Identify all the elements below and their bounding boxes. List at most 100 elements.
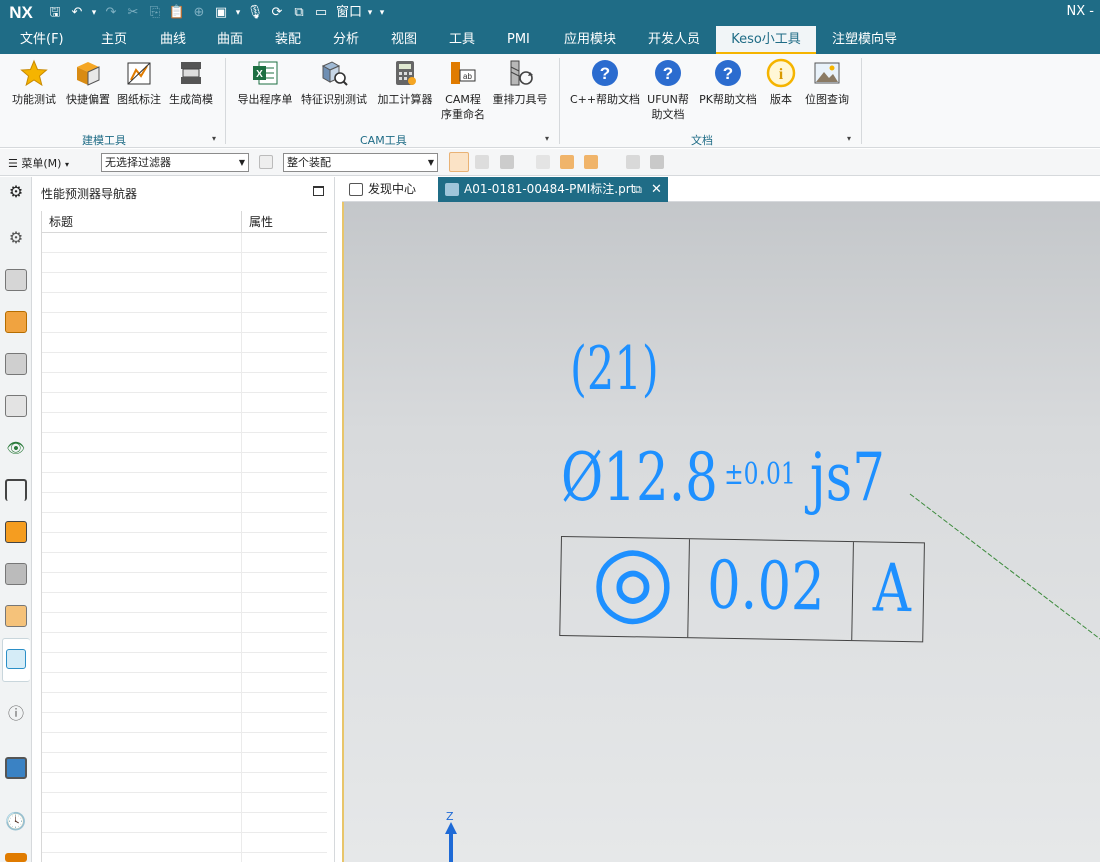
select-feature-icon[interactable] [449, 152, 469, 172]
cam-navigator-icon[interactable] [5, 563, 27, 585]
command-finder-icon[interactable]: ⟳ [268, 4, 286, 22]
select-component-icon[interactable] [475, 155, 489, 169]
tab-keso-tools[interactable]: Keso小工具 [716, 26, 816, 54]
assembly-navigator-icon[interactable] [5, 311, 27, 333]
customize-dropdown-icon[interactable]: ▾ [378, 4, 386, 22]
paste-icon[interactable]: 📋 [168, 4, 186, 22]
cam-program-rename-button[interactable]: ab CAM程 序重命名 [440, 58, 486, 122]
maximize-icon[interactable] [313, 186, 324, 196]
feature-control-frame[interactable]: ◎ 0.02 A [559, 523, 925, 643]
table-row[interactable] [42, 513, 327, 533]
settings-icon[interactable]: ⚙ [5, 181, 27, 203]
window-icon[interactable]: ▭ [312, 4, 330, 22]
table-row[interactable] [42, 393, 327, 413]
tab-analysis[interactable]: 分析 [329, 25, 363, 54]
paste-special-icon[interactable]: ⊕ [190, 4, 208, 22]
table-row[interactable] [42, 613, 327, 633]
quick-offset-button[interactable]: 快捷偏置 [62, 58, 114, 107]
undo-icon[interactable]: ↶ [68, 4, 86, 22]
table-row[interactable] [42, 473, 327, 493]
version-button[interactable]: i 版本 [764, 58, 798, 107]
column-header-title[interactable]: 标题 [42, 211, 242, 232]
save-icon[interactable]: 🖫 [46, 4, 64, 22]
feature-recognition-test-button[interactable]: 特征识别测试 [298, 58, 370, 107]
cpp-help-doc-button[interactable]: ? C++帮助文档 [569, 58, 641, 107]
pmi-count-label[interactable]: (21) [570, 334, 659, 404]
table-row[interactable] [42, 493, 327, 513]
generate-simple-model-button[interactable]: 生成简模 [166, 58, 216, 107]
performance-predictor-icon[interactable] [2, 638, 30, 682]
switch-window-icon[interactable]: ⧉ [290, 4, 308, 22]
table-row[interactable] [42, 273, 327, 293]
table-row[interactable] [42, 453, 327, 473]
machining-calculator-button[interactable]: 加工计算器 [374, 58, 436, 107]
filter-reset-icon[interactable] [259, 155, 273, 169]
table-row[interactable] [42, 713, 327, 733]
table-row[interactable] [42, 673, 327, 693]
tab-home[interactable]: 主页 [97, 25, 131, 54]
menu-button[interactable]: ☰ 菜单(M) ▾ [8, 155, 69, 171]
drawing-annotation-button[interactable]: 图纸标注 [114, 58, 164, 107]
cut-icon[interactable]: ✂ [124, 4, 142, 22]
table-row[interactable] [42, 353, 327, 373]
tab-assemblies[interactable]: 装配 [271, 25, 305, 54]
table-row[interactable] [42, 753, 327, 773]
table-row[interactable] [42, 573, 327, 593]
web-browser-icon[interactable] [5, 757, 27, 779]
table-row[interactable] [42, 813, 327, 833]
pk-help-doc-button[interactable]: ? PK帮助文档 [696, 58, 760, 107]
graphics-window[interactable]: (21) Ø12.8 ±0.01 js7 ◎ 0.02 A Z [342, 202, 1100, 862]
function-test-button[interactable]: 功能测试 [8, 58, 60, 107]
select-point-icon[interactable] [584, 155, 598, 169]
table-row[interactable] [42, 253, 327, 273]
table-row[interactable] [42, 733, 327, 753]
info-icon[interactable]: ⓘ [5, 703, 27, 725]
redo-icon[interactable]: ↷ [102, 4, 120, 22]
type-filter-select[interactable]: 无选择过滤器 ▼ [101, 153, 249, 172]
renumber-tools-button[interactable]: 重排刀具号 [490, 58, 550, 107]
cam-tools-dropdown-icon[interactable]: ▾ [545, 134, 549, 143]
table-row[interactable] [42, 693, 327, 713]
tab-tools[interactable]: 工具 [445, 25, 479, 54]
constraint-navigator-icon[interactable] [5, 353, 27, 375]
system-materials-icon[interactable] [5, 853, 27, 862]
nx-logo[interactable]: NX [0, 3, 42, 23]
tab-application[interactable]: 应用模块 [560, 25, 620, 54]
export-program-sheet-button[interactable]: X 导出程序单 [234, 58, 296, 107]
undo-dropdown-icon[interactable]: ▾ [90, 4, 98, 22]
table-row[interactable] [42, 793, 327, 813]
tab-mold-wizard[interactable]: 注塑模向导 [828, 25, 901, 54]
snap-options-icon[interactable] [500, 155, 514, 169]
tab-view[interactable]: 视图 [387, 25, 421, 54]
part-navigator-icon[interactable] [5, 269, 27, 291]
tab-file[interactable]: 文件(F) [16, 25, 68, 54]
table-row[interactable] [42, 833, 327, 853]
table-row[interactable] [42, 333, 327, 353]
window-menu[interactable]: 窗口 [336, 4, 362, 22]
touch-mode-icon[interactable]: ▣ [212, 4, 230, 22]
table-row[interactable] [42, 433, 327, 453]
show-hidden-icon[interactable] [626, 155, 640, 169]
feature-search-icon[interactable] [5, 605, 27, 627]
hd3d-icon[interactable] [5, 479, 27, 501]
reuse-library-icon[interactable] [5, 395, 27, 417]
ufun-help-doc-button[interactable]: ? UFUN帮 助文档 [644, 58, 692, 122]
column-header-attribute[interactable]: 属性 [242, 211, 273, 232]
table-row[interactable] [42, 313, 327, 333]
tab-active-part[interactable]: A01-0181-00484-PMI标注.prt ⧉ ✕ [438, 177, 668, 202]
table-row[interactable] [42, 853, 327, 862]
table-row[interactable] [42, 293, 327, 313]
modeling-tools-dropdown-icon[interactable]: ▾ [212, 134, 216, 143]
tab-surface[interactable]: 曲面 [213, 25, 247, 54]
roles-icon[interactable] [5, 521, 27, 543]
touch-mode-dropdown-icon[interactable]: ▾ [234, 4, 242, 22]
select-edge-icon[interactable] [536, 155, 550, 169]
tab-developer[interactable]: 开发人员 [644, 25, 704, 54]
table-row[interactable] [42, 773, 327, 793]
select-solid-icon[interactable] [650, 155, 664, 169]
table-row[interactable] [42, 533, 327, 553]
documents-dropdown-icon[interactable]: ▾ [847, 134, 851, 143]
table-row[interactable] [42, 593, 327, 613]
window-menu-dropdown-icon[interactable]: ▾ [366, 4, 374, 22]
tab-pmi[interactable]: PMI [503, 25, 534, 54]
